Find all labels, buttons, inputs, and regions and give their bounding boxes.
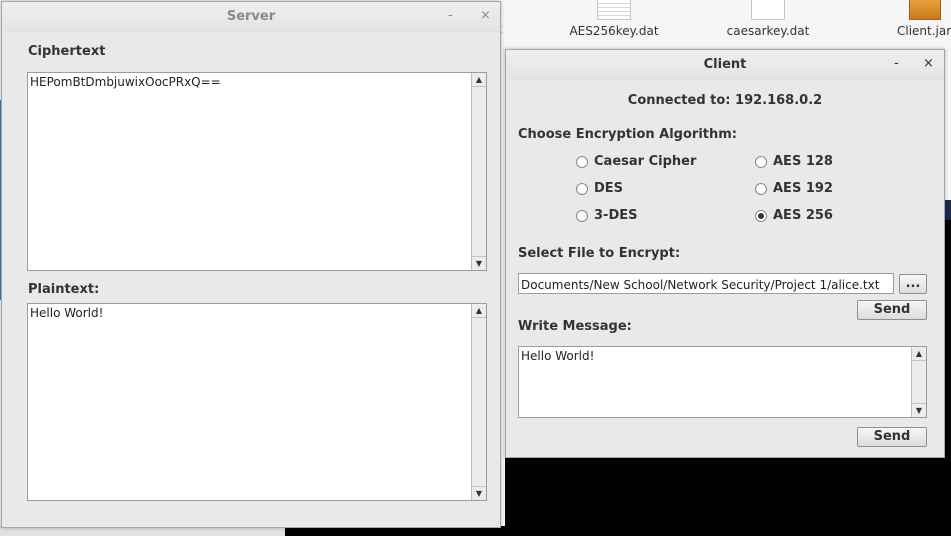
server-close-button[interactable]: × bbox=[480, 8, 491, 23]
radio-selected-icon bbox=[755, 209, 767, 222]
client-titlebar[interactable]: Client - × bbox=[506, 50, 944, 80]
client-title: Client bbox=[703, 57, 747, 72]
plaintext-label: Plaintext: bbox=[28, 282, 100, 297]
radio-3des[interactable]: 3-DES bbox=[576, 208, 637, 223]
file-path-field[interactable]: Documents/New School/Network Security/Pr… bbox=[518, 273, 894, 294]
scroll-down-icon[interactable]: ▼ bbox=[472, 256, 486, 270]
client-minimize-button[interactable]: - bbox=[894, 56, 899, 71]
message-value: Hello World! bbox=[521, 349, 595, 363]
radio-aes-256[interactable]: AES 256 bbox=[755, 208, 833, 223]
desktop-file-caesarkey[interactable]: caesarkey.dat bbox=[718, 0, 818, 38]
ciphertext-value: HEPomBtDmbjuwixOocPRxQ== bbox=[30, 75, 221, 89]
radio-button-icon bbox=[576, 155, 588, 168]
file-icon bbox=[751, 0, 785, 20]
browse-button[interactable]: ... bbox=[899, 274, 927, 294]
send-file-button[interactable]: Send bbox=[857, 300, 927, 320]
ciphertext-scrollbar[interactable]: ▲ ▼ bbox=[471, 73, 486, 270]
ciphertext-textarea[interactable]: HEPomBtDmbjuwixOocPRxQ== ▲ ▼ bbox=[27, 72, 487, 271]
scroll-up-icon[interactable]: ▲ bbox=[472, 304, 486, 318]
radio-button-icon bbox=[755, 155, 767, 168]
server-minimize-button[interactable]: - bbox=[448, 8, 453, 23]
radio-button-icon bbox=[755, 182, 767, 195]
ciphertext-label: Ciphertext bbox=[28, 44, 106, 59]
radio-button-icon bbox=[576, 182, 588, 195]
plaintext-value: Hello World! bbox=[30, 306, 104, 320]
server-titlebar[interactable]: Server - × bbox=[2, 2, 500, 32]
scroll-down-icon[interactable]: ▼ bbox=[912, 403, 926, 417]
client-window: Client - × Connected to: 192.168.0.2 Cho… bbox=[505, 49, 945, 458]
scroll-up-icon[interactable]: ▲ bbox=[472, 73, 486, 87]
radio-des[interactable]: DES bbox=[576, 181, 623, 196]
radio-aes-128[interactable]: AES 128 bbox=[755, 154, 833, 169]
choose-algorithm-label: Choose Encryption Algorithm: bbox=[518, 127, 737, 142]
client-close-button[interactable]: × bbox=[923, 56, 934, 71]
connection-status: Connected to: 192.168.0.2 bbox=[627, 93, 823, 108]
write-message-label: Write Message: bbox=[518, 319, 632, 334]
plaintext-scrollbar[interactable]: ▲ ▼ bbox=[471, 304, 486, 500]
server-title: Server bbox=[226, 9, 276, 24]
jar-icon bbox=[909, 0, 941, 20]
desktop-file-client-jar[interactable]: Client.jar bbox=[890, 0, 951, 38]
scroll-down-icon[interactable]: ▼ bbox=[472, 486, 486, 500]
message-scrollbar[interactable]: ▲ ▼ bbox=[911, 347, 926, 417]
select-file-label: Select File to Encrypt: bbox=[518, 246, 681, 261]
plaintext-textarea[interactable]: Hello World! ▲ ▼ bbox=[27, 303, 487, 501]
send-message-button[interactable]: Send bbox=[857, 427, 927, 447]
desktop-file-aes256key[interactable]: AES256key.dat bbox=[562, 0, 666, 38]
server-window: Server - × Ciphertext HEPomBtDmbjuwixOoc… bbox=[1, 1, 501, 528]
document-icon bbox=[597, 0, 631, 20]
radio-caesar-cipher[interactable]: Caesar Cipher bbox=[576, 154, 696, 169]
radio-aes-192[interactable]: AES 192 bbox=[755, 181, 833, 196]
radio-button-icon bbox=[576, 209, 588, 222]
scroll-up-icon[interactable]: ▲ bbox=[912, 347, 926, 361]
message-textarea[interactable]: Hello World! ▲ ▼ bbox=[518, 346, 927, 418]
